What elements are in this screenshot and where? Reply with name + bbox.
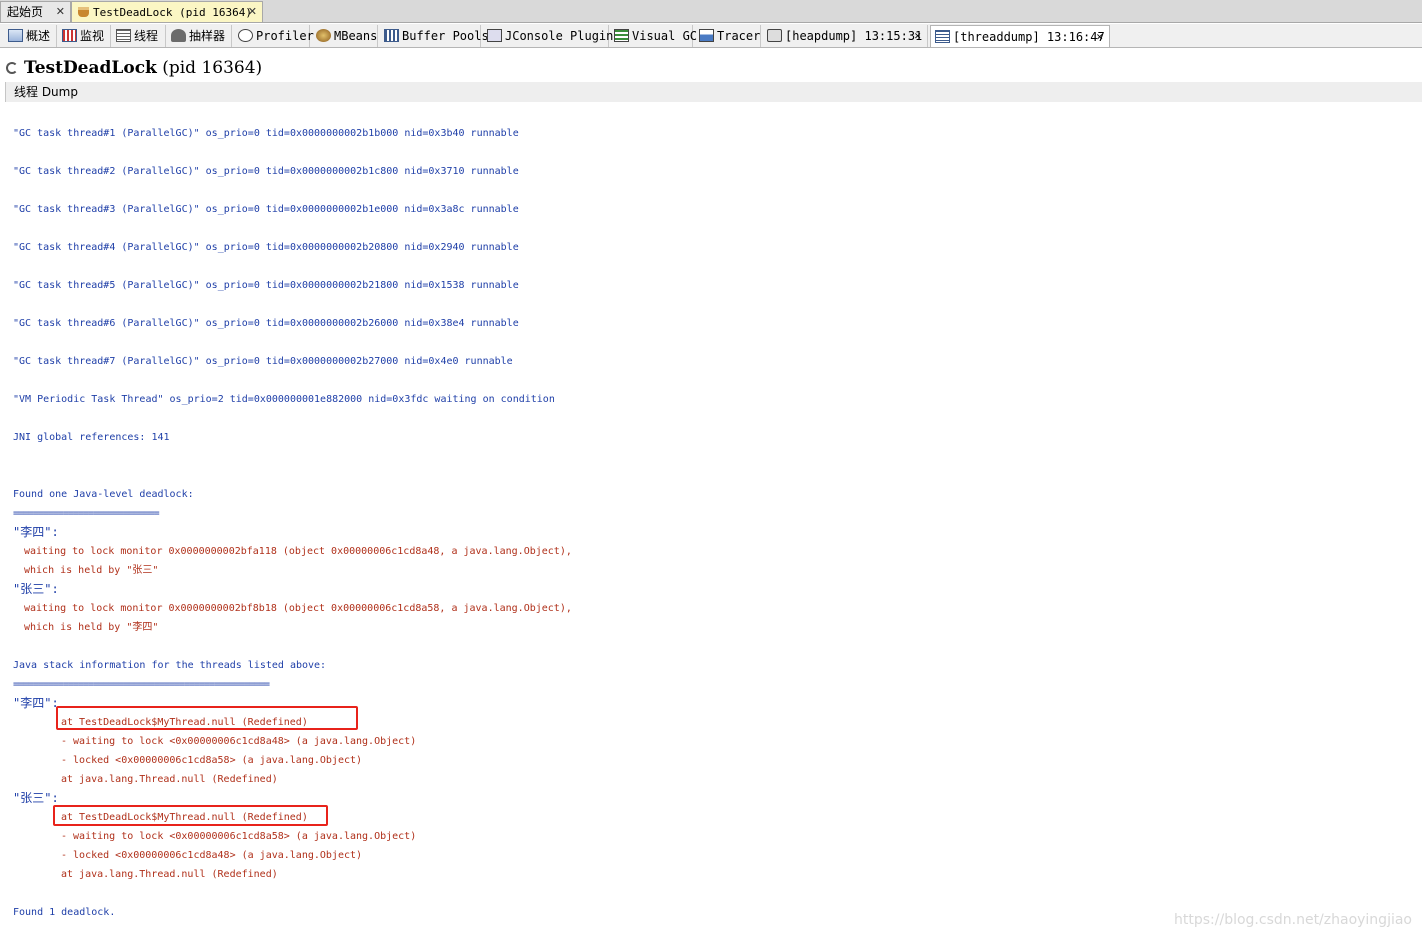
tab-heapdump[interactable]: [heapdump] 13:15:31 ✕	[763, 25, 928, 47]
stack-frame: at java.lang.Thread.null (Redefined)	[61, 774, 278, 785]
dump-line: "GC task thread#7 (ParallelGC)" os_prio=…	[13, 356, 513, 367]
deadlock-line: waiting to lock monitor 0x0000000002bfa1…	[24, 546, 572, 557]
tab-tracer-label: Tracer	[717, 29, 761, 43]
tab-testdeadlock[interactable]: TestDeadLock (pid 16364) ✕	[71, 1, 263, 22]
deadlock-heading: Found one Java-level deadlock:	[13, 489, 194, 500]
threaddump-icon	[935, 30, 950, 43]
tab-threads-label: 线程	[134, 29, 159, 43]
close-icon[interactable]: ✕	[914, 25, 921, 47]
highlight-box	[56, 706, 358, 730]
overview-icon	[8, 29, 23, 42]
tab-monitor[interactable]: 监视	[58, 25, 111, 47]
heapdump-icon	[767, 29, 782, 42]
dump-line: JNI global references: 141	[13, 432, 170, 443]
deadlock-line: which is held by "李四"	[24, 622, 159, 633]
mbeans-icon	[316, 29, 331, 42]
tab-start-page[interactable]: 起始页 ✕	[0, 1, 71, 22]
tab-sampler-label: 抽样器	[189, 29, 226, 43]
tab-mbeans-label: MBeans	[334, 29, 378, 43]
thread-name-lisi: "李四":	[13, 525, 59, 539]
thread-name-zhangsan: "张三":	[13, 791, 59, 805]
deadlock-line: which is held by "张三"	[24, 565, 159, 576]
highlight-box	[53, 805, 328, 826]
separator-rule: =============================	[13, 508, 160, 519]
page-title: TestDeadLock (pid 16364)	[6, 57, 262, 79]
stack-frame: - locked <0x00000006c1cd8a58> (a java.la…	[61, 755, 363, 766]
tab-heapdump-label: [heapdump] 13:15:31	[785, 29, 923, 43]
tab-buffer-pools[interactable]: Buffer Pools	[380, 25, 489, 47]
thread-name-zhangsan: "张三":	[13, 582, 59, 596]
tab-testdeadlock-label: TestDeadLock (pid 16364)	[93, 6, 252, 19]
tab-profiler[interactable]: Profiler	[234, 25, 314, 47]
section-header: 线程 Dump	[5, 82, 1422, 102]
tab-overview[interactable]: 概述	[4, 25, 57, 47]
deadlock-line: waiting to lock monitor 0x0000000002bf8b…	[24, 603, 572, 614]
dump-line: "GC task thread#5 (ParallelGC)" os_prio=…	[13, 280, 519, 291]
stack-frame: at java.lang.Thread.null (Redefined)	[61, 869, 278, 880]
tab-sampler[interactable]: 抽样器	[167, 25, 232, 47]
dump-line: "GC task thread#6 (ParallelGC)" os_prio=…	[13, 318, 519, 329]
tab-tracer[interactable]: Tracer	[695, 25, 761, 47]
tab-threads[interactable]: 线程	[112, 25, 166, 47]
tab-threaddump[interactable]: [threaddump] 13:16:47 ✕	[930, 25, 1110, 47]
close-icon[interactable]: ✕	[56, 2, 65, 22]
dump-line: "GC task thread#2 (ParallelGC)" os_prio=…	[13, 166, 519, 177]
tab-visual-gc[interactable]: Visual GC	[610, 25, 697, 47]
java-app-icon	[78, 7, 89, 17]
tab-jconsole-plugins[interactable]: JConsole Plugins	[483, 25, 621, 47]
app-pid: (pid 16364)	[162, 58, 263, 78]
thread-name-lisi: "李四":	[13, 696, 59, 710]
tab-start-page-label: 起始页	[7, 5, 44, 19]
tracer-icon	[699, 29, 714, 42]
tool-tab-bar: 概述 监视 线程 抽样器 Profiler MBeans Buffer Pool…	[0, 24, 1422, 48]
separator-rule: ========================================…	[13, 679, 270, 690]
dump-line: "GC task thread#3 (ParallelGC)" os_prio=…	[13, 204, 519, 215]
visual-gc-icon	[614, 29, 629, 42]
stack-frame: - waiting to lock <0x00000006c1cd8a48> (…	[61, 736, 417, 747]
tab-threaddump-label: [threaddump] 13:16:47	[953, 30, 1105, 44]
loading-spinner-icon	[6, 62, 18, 74]
stack-frame: - locked <0x00000006c1cd8a48> (a java.la…	[61, 850, 363, 861]
app-name: TestDeadLock	[24, 58, 157, 78]
dump-line: "VM Periodic Task Thread" os_prio=2 tid=…	[13, 394, 555, 405]
sampler-icon	[171, 29, 186, 42]
profiler-icon	[238, 29, 253, 42]
tab-profiler-label: Profiler	[256, 29, 314, 43]
dump-line: "GC task thread#4 (ParallelGC)" os_prio=…	[13, 242, 519, 253]
jconsole-plugins-icon	[487, 29, 502, 42]
document-tab-bar: 起始页 ✕ TestDeadLock (pid 16364) ✕	[0, 0, 1422, 23]
monitor-icon	[62, 29, 77, 42]
buffer-pools-icon	[384, 29, 399, 42]
threads-icon	[116, 29, 131, 42]
tab-monitor-label: 监视	[80, 29, 105, 43]
stack-info-heading: Java stack information for the threads l…	[13, 660, 327, 671]
watermark: https://blog.csdn.net/zhaoyingjiao	[1174, 912, 1412, 928]
close-icon[interactable]: ✕	[248, 2, 257, 22]
tab-visual-gc-label: Visual GC	[632, 29, 698, 43]
close-icon[interactable]: ✕	[1096, 26, 1103, 48]
deadlock-summary: Found 1 deadlock.	[13, 907, 116, 918]
tab-overview-label: 概述	[26, 29, 51, 43]
stack-frame: - waiting to lock <0x00000006c1cd8a58> (…	[61, 831, 417, 842]
tab-buffer-pools-label: Buffer Pools	[402, 29, 489, 43]
tab-jconsole-plugins-label: JConsole Plugins	[505, 29, 621, 43]
dump-line: "GC task thread#1 (ParallelGC)" os_prio=…	[13, 128, 519, 139]
tab-mbeans[interactable]: MBeans	[312, 25, 378, 47]
